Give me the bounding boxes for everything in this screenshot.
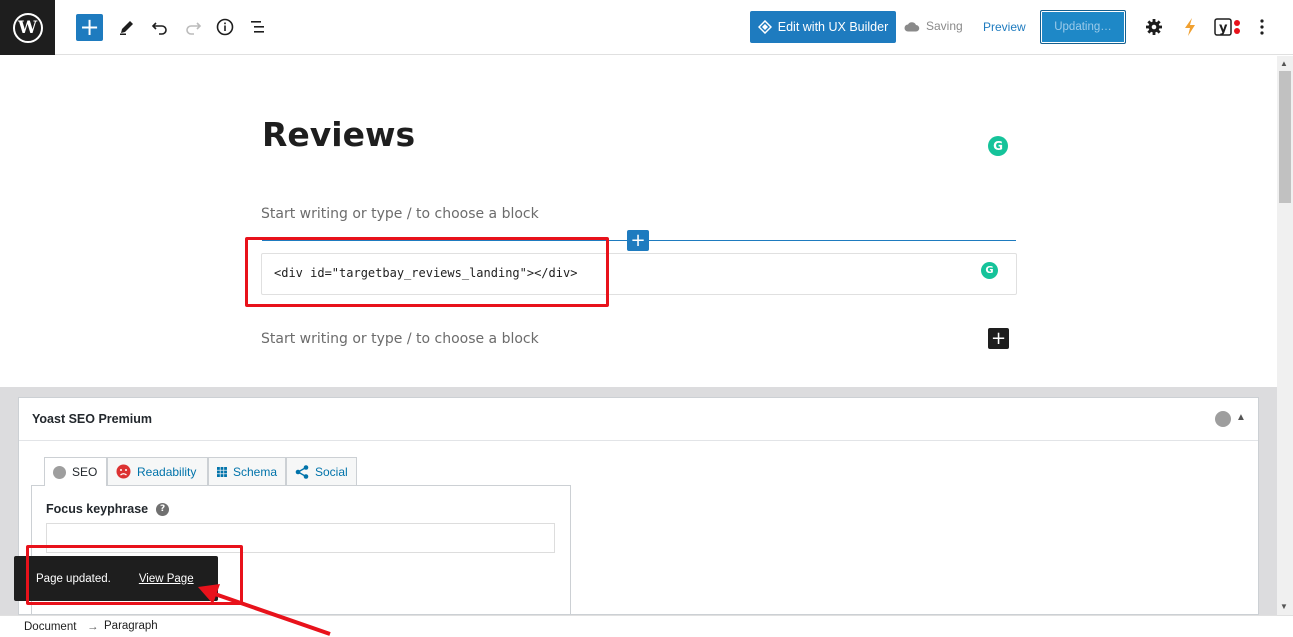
help-question-icon[interactable]: ? <box>156 502 170 516</box>
seo-score-dot-icon <box>53 465 66 479</box>
yoast-button[interactable]: y <box>1213 14 1243 40</box>
undo-button[interactable] <box>147 14 173 40</box>
scroll-up-arrow-icon[interactable]: ▲ <box>1280 59 1288 68</box>
tab-label: Schema <box>232 464 277 479</box>
yoast-panel-title: Yoast SEO Premium <box>32 412 152 426</box>
svg-text:y: y <box>1219 21 1228 36</box>
redo-button[interactable] <box>180 14 206 40</box>
info-icon <box>216 18 234 36</box>
cloud-icon <box>904 21 920 31</box>
grammarly-icon[interactable]: G <box>988 136 1008 156</box>
annotation-arrow <box>198 584 331 636</box>
settings-button[interactable] <box>1141 14 1167 40</box>
add-block-button[interactable]: + <box>76 14 103 41</box>
breadcrumb-separator: → <box>87 621 99 633</box>
saving-label: Saving <box>926 19 963 33</box>
add-block-inline-button[interactable]: + <box>988 328 1009 349</box>
pencil-icon <box>120 21 133 35</box>
tab-social[interactable]: Social <box>286 457 357 485</box>
tab-label: Social <box>315 464 348 479</box>
sad-face-icon <box>116 464 131 479</box>
ux-builder-diamond-icon <box>757 20 772 34</box>
saving-status: Saving <box>904 19 963 33</box>
list-view-icon <box>251 21 264 33</box>
tab-label: SEO <box>72 465 98 479</box>
focus-keyphrase-text: Focus keyphrase <box>46 502 149 516</box>
empty-paragraph-block[interactable]: Start writing or type / to choose a bloc… <box>261 206 539 222</box>
more-options-button[interactable] <box>1249 14 1275 40</box>
empty-paragraph-block[interactable]: Start writing or type / to choose a bloc… <box>261 331 539 347</box>
grammarly-icon[interactable]: G <box>981 262 998 279</box>
yoast-panel-header[interactable] <box>19 398 1258 441</box>
tab-schema[interactable]: Schema <box>208 457 286 485</box>
focus-keyphrase-label: Focus keyphrase ? <box>46 502 170 516</box>
wordpress-logo-icon: W <box>12 12 43 43</box>
yoast-icon: y <box>1214 18 1240 36</box>
details-button[interactable] <box>212 14 238 40</box>
schema-grid-icon <box>217 466 227 477</box>
preview-button[interactable]: Preview <box>983 20 1026 34</box>
editor-canvas <box>0 56 1277 387</box>
share-icon <box>295 464 309 479</box>
tab-seo[interactable]: SEO <box>44 457 107 486</box>
lightning-icon <box>1185 18 1195 36</box>
annotation-box-html-block <box>245 237 609 307</box>
scroll-down-arrow-icon[interactable]: ▼ <box>1280 602 1288 611</box>
breadcrumb-document[interactable]: Document <box>24 621 76 633</box>
wordpress-logo-button[interactable]: W <box>0 0 55 55</box>
undo-icon <box>151 22 167 35</box>
performance-plugin-button[interactable] <box>1177 14 1203 40</box>
tab-readability[interactable]: Readability <box>107 457 208 485</box>
ux-builder-label: Edit with UX Builder <box>777 20 889 34</box>
collapse-caret-icon[interactable]: ▲ <box>1236 412 1246 423</box>
redo-icon <box>186 22 202 35</box>
tools-pencil-button[interactable] <box>114 14 140 40</box>
breadcrumb-paragraph[interactable]: Paragraph <box>104 620 158 632</box>
tab-label: Readability <box>137 464 197 479</box>
scrollbar-thumb[interactable] <box>1279 71 1291 203</box>
update-button[interactable]: Updating… <box>1040 10 1126 44</box>
editor-top-toolbar: W + Edit with UX Builder Saving Preview … <box>0 0 1293 55</box>
settings-gear-icon <box>1146 19 1162 35</box>
edit-with-ux-builder-button[interactable]: Edit with UX Builder <box>750 11 896 43</box>
page-title[interactable]: Reviews <box>262 115 415 154</box>
list-view-button[interactable] <box>245 14 271 40</box>
more-vertical-icon <box>1260 19 1264 35</box>
block-inserter-button[interactable]: + <box>627 230 649 251</box>
seo-score-indicator-icon <box>1215 411 1231 427</box>
